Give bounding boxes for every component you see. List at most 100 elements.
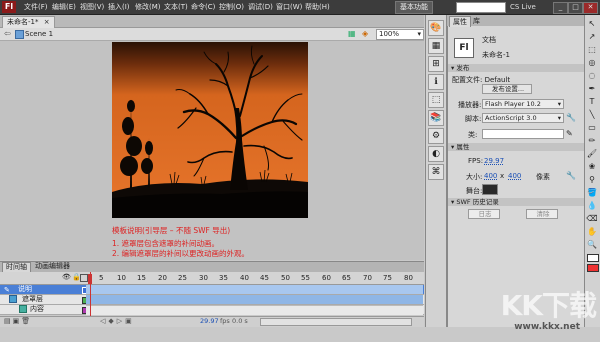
library-icon[interactable]: 📚: [428, 110, 444, 126]
menu-text[interactable]: 文本(T): [164, 0, 188, 14]
document-tab-label: 未命名-1*: [7, 18, 39, 26]
document-tab[interactable]: 未命名-1* ×: [2, 16, 55, 28]
maximize-button[interactable]: □: [568, 2, 583, 14]
layer-name[interactable]: 遮罩层: [22, 295, 43, 304]
height-value[interactable]: 400: [508, 172, 521, 180]
swf-history-section-header[interactable]: ▾ SWF 历史记录: [448, 198, 586, 206]
menu-control[interactable]: 控制(O): [219, 0, 244, 14]
collapse-arrow-icon: ▾: [451, 198, 455, 206]
clear-button[interactable]: 清除: [526, 209, 558, 219]
menu-commands[interactable]: 命令(C): [191, 0, 215, 14]
properties-section-header[interactable]: ▾ 属性: [448, 143, 586, 151]
free-transform-tool-icon[interactable]: ⬚: [586, 44, 598, 55]
layer-frames[interactable]: [86, 285, 423, 294]
frame-number: 65: [342, 274, 351, 282]
menu-insert[interactable]: 插入(I): [108, 0, 130, 14]
zoom-select[interactable]: 100% ▾: [376, 29, 424, 40]
pencil-icon[interactable]: ✎: [566, 129, 573, 138]
frame-number: 80: [404, 274, 413, 282]
tab-motion-editor[interactable]: 动画编辑器: [32, 262, 73, 271]
class-input[interactable]: [482, 129, 564, 139]
playhead-line: [90, 272, 91, 316]
menu-help[interactable]: 帮助(H): [305, 0, 330, 14]
scene-label[interactable]: Scene 1: [25, 28, 53, 40]
script-value: ActionScript 3.0: [485, 114, 537, 122]
layer-frames[interactable]: [86, 305, 423, 315]
script-select[interactable]: ActionScript 3.0 ▾: [482, 113, 564, 123]
publish-section-header[interactable]: ▾ 发布: [448, 64, 586, 72]
menu-view[interactable]: 视图(V): [80, 0, 104, 14]
stroke-color-swatch[interactable]: [587, 254, 599, 262]
tab-properties[interactable]: 属性: [449, 16, 471, 27]
width-value[interactable]: 400: [484, 172, 497, 180]
document-name: 未命名-1: [482, 51, 510, 59]
footer-fps-value[interactable]: 29.97: [200, 317, 219, 325]
fill-color-swatch[interactable]: [587, 264, 599, 272]
components-icon[interactable]: ⚙: [428, 128, 444, 144]
help-search-input[interactable]: [456, 2, 506, 13]
timeline-scrollbar[interactable]: [260, 318, 412, 326]
color-icon[interactable]: 🎨: [428, 20, 444, 36]
align-icon[interactable]: ⊞: [428, 56, 444, 72]
tab-library[interactable]: 库: [470, 16, 483, 26]
subselection-tool-icon[interactable]: ↗: [586, 31, 598, 42]
selection-tool-icon[interactable]: ↖: [586, 18, 598, 29]
menu-edit[interactable]: 编辑(E): [52, 0, 76, 14]
swatches-icon[interactable]: ▦: [428, 38, 444, 54]
layer-frames[interactable]: [86, 295, 423, 304]
pen-tool-icon[interactable]: ✒: [586, 83, 598, 94]
player-select[interactable]: Flash Player 10.2 ▾: [482, 99, 564, 109]
eye-icon[interactable]: 👁: [62, 273, 71, 281]
edit-symbol-icon[interactable]: ◈: [362, 29, 372, 38]
menu-debug[interactable]: 调试(D): [248, 0, 273, 14]
close-window-button[interactable]: ✕: [583, 2, 598, 14]
cs-live-label[interactable]: CS Live: [510, 0, 536, 14]
bone-tool-icon[interactable]: ⚲: [586, 174, 598, 185]
hand-tool-icon[interactable]: ✋: [586, 226, 598, 237]
zoom-value: 100%: [379, 30, 400, 38]
info-icon[interactable]: ℹ: [428, 74, 444, 90]
3d-rotation-tool-icon[interactable]: ◎: [586, 57, 598, 68]
brush-tool-icon[interactable]: 🖌: [586, 148, 598, 159]
fps-value[interactable]: 29.97: [484, 157, 504, 165]
line-tool-icon[interactable]: ╲: [586, 109, 598, 120]
back-arrow-icon[interactable]: ⇦: [4, 29, 12, 38]
paint-bucket-tool-icon[interactable]: 🪣: [586, 187, 598, 198]
tab-timeline[interactable]: 时间轴: [2, 262, 31, 272]
swf-history-section-title: SWF 历史记录: [456, 198, 499, 206]
deco-tool-icon[interactable]: ❀: [586, 161, 598, 172]
motion-presets-icon[interactable]: ◐: [428, 146, 444, 162]
eyedropper-tool-icon[interactable]: 💧: [586, 200, 598, 211]
flash-logo: Fl: [2, 1, 16, 13]
actions-icon[interactable]: ⌘: [428, 164, 444, 180]
rectangle-tool-icon[interactable]: ▭: [586, 122, 598, 133]
pencil-tool-icon[interactable]: ✏: [586, 135, 598, 146]
layer-name[interactable]: 说明: [18, 285, 32, 294]
player-label: 播放器:: [458, 101, 482, 109]
transform-icon[interactable]: ⬚: [428, 92, 444, 108]
edit-scene-icon[interactable]: ▦: [348, 29, 358, 38]
wrench-icon[interactable]: 🔧: [566, 113, 576, 122]
eraser-tool-icon[interactable]: ⌫: [586, 213, 598, 224]
wrench-icon[interactable]: 🔧: [566, 171, 576, 180]
log-button[interactable]: 日志: [468, 209, 500, 219]
layer-name[interactable]: 内容: [30, 305, 44, 314]
onion-skin-icons[interactable]: ◁◆▷▣: [100, 317, 135, 325]
sunset-tree-artwork: [112, 42, 308, 218]
new-layer-icon[interactable]: ▤▣🗑: [4, 317, 32, 325]
workspace-switcher[interactable]: 基本功能: [395, 1, 433, 14]
stage-color-swatch[interactable]: [482, 184, 498, 195]
zoom-tool-icon[interactable]: 🔍: [586, 239, 598, 250]
frame-number: 5: [99, 274, 104, 282]
close-tab-icon[interactable]: ×: [44, 18, 50, 26]
minimize-button[interactable]: _: [553, 2, 568, 14]
publish-settings-button[interactable]: 发布设置...: [482, 84, 532, 94]
template-note-2: 2. 编辑遮罩层的补间以更改动画的外观。: [112, 249, 250, 258]
text-tool-icon[interactable]: T: [586, 96, 598, 107]
menu-modify[interactable]: 修改(M): [135, 0, 161, 14]
lasso-tool-icon[interactable]: ◌: [586, 70, 598, 81]
edit-bar: [0, 28, 424, 41]
menu-file[interactable]: 文件(F): [24, 0, 48, 14]
stage-canvas[interactable]: [112, 42, 308, 218]
menu-window[interactable]: 窗口(W): [276, 0, 302, 14]
